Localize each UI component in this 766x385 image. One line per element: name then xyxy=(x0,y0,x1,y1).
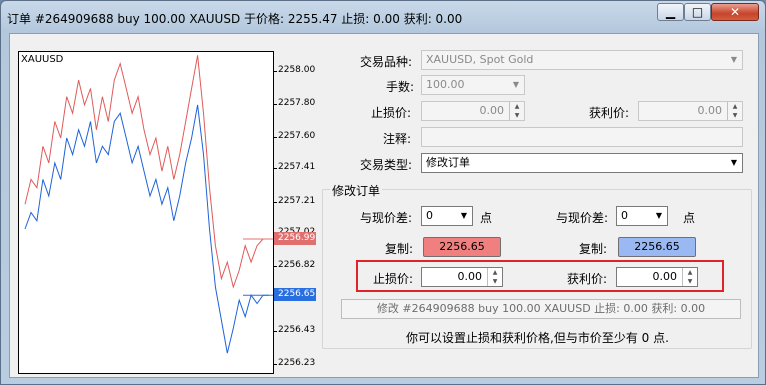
comment-input[interactable] xyxy=(421,127,743,147)
chevron-down-icon: ▼ xyxy=(730,158,738,167)
chevron-down-icon: ▼ xyxy=(512,80,520,89)
minimize-icon: ▁ xyxy=(665,5,676,19)
tick-label: 2256.82 xyxy=(278,260,316,271)
copy-right-label: 复制: xyxy=(579,242,608,256)
order-type-value: 修改订单 xyxy=(426,156,470,169)
tp-label: 获利价: xyxy=(589,106,630,120)
modify-sl-value: 0.00 xyxy=(457,270,483,283)
copy-sl-price-button[interactable]: 2256.65 xyxy=(423,237,501,257)
modify-sl-label: 止损价: xyxy=(373,272,414,286)
modify-sl-field[interactable]: 0.00 ▲ ▼ xyxy=(421,267,503,287)
tick-mark xyxy=(274,330,277,332)
tick-mark xyxy=(274,363,277,365)
spinner-arrows-icon[interactable]: ▲ ▼ xyxy=(509,102,524,120)
maximize-icon: □ xyxy=(691,5,704,19)
tick-label: 2256.23 xyxy=(278,357,316,368)
sl-field[interactable]: 0.00 ▲ ▼ xyxy=(421,101,525,121)
modify-tp-field[interactable]: 0.00 ▲ ▼ xyxy=(616,267,698,287)
tp-diff-value: 0 xyxy=(621,209,628,222)
sl-points-unit: 点 xyxy=(480,211,493,225)
symbol-value: XAUUSD, Spot Gold xyxy=(426,53,534,66)
tp-value: 0.00 xyxy=(697,104,723,117)
tick-mark xyxy=(274,266,277,268)
modify-order-button[interactable]: 修改 #264909688 buy 100.00 XAUUSD 止损: 0.00… xyxy=(341,299,741,319)
hint-text: 你可以设置止损和获利价格,但与市价至少有 0 点. xyxy=(406,331,669,345)
tick-label: 2257.60 xyxy=(278,131,316,142)
tick-mark xyxy=(274,70,277,72)
tick-mark xyxy=(274,168,277,170)
window-title: 订单 #264909688 buy 100.00 XAUUSD 于价格: 225… xyxy=(7,12,463,26)
volume-select[interactable]: 100.00 ▼ xyxy=(421,75,525,95)
maximize-button[interactable]: □ xyxy=(684,3,711,21)
tick-mark xyxy=(274,201,277,203)
tp-points-unit: 点 xyxy=(683,211,696,225)
order-window: 订单 #264909688 buy 100.00 XAUUSD 于价格: 225… xyxy=(0,0,766,385)
tp-diff-select[interactable]: 0 ▼ xyxy=(616,206,668,226)
tp-field[interactable]: 0.00 ▲ ▼ xyxy=(638,101,743,121)
sl-diff-label: 与现价差: xyxy=(360,211,413,225)
tick-label: 2258.00 xyxy=(278,64,316,75)
ask-price-tag: 2256.99 xyxy=(274,231,316,245)
price-axis: 2258.002257.802257.602257.412257.212257.… xyxy=(274,51,324,374)
close-button[interactable]: ✕ xyxy=(711,3,759,21)
symbol-label: 交易品种: xyxy=(360,55,413,69)
sl-label: 止损价: xyxy=(371,106,412,120)
title-bar[interactable]: 订单 #264909688 buy 100.00 XAUUSD 于价格: 225… xyxy=(1,1,765,33)
chevron-down-icon: ▼ xyxy=(460,211,468,220)
sl-value: 0.00 xyxy=(479,104,505,117)
tick-mark xyxy=(274,137,277,139)
sl-diff-select[interactable]: 0 ▼ xyxy=(421,206,473,226)
tick-label: 2256.43 xyxy=(278,324,316,335)
tick-label: 2257.80 xyxy=(278,97,316,108)
spinner-arrows-icon[interactable]: ▲ ▼ xyxy=(727,102,742,120)
dialog-body: XAUUSD 2258.00 2257.80 2257.60 2257.41 2257.… xyxy=(9,33,759,378)
comment-label: 注释: xyxy=(383,132,412,146)
chevron-down-icon: ▼ xyxy=(730,55,738,64)
modify-group-title: 修改订单 xyxy=(330,182,383,199)
close-icon: ✕ xyxy=(729,5,741,19)
order-type-label: 交易类型: xyxy=(360,158,413,172)
copy-left-label: 复制: xyxy=(385,242,414,256)
tick-label: 2257.41 xyxy=(278,162,316,173)
copy-tp-price-button[interactable]: 2256.65 xyxy=(618,237,696,257)
tick-mark xyxy=(274,103,277,105)
modify-tp-label: 获利价: xyxy=(567,272,608,286)
tp-diff-label: 与现价差: xyxy=(556,211,609,225)
price-chart: XAUUSD xyxy=(18,51,274,374)
minimize-button[interactable]: ▁ xyxy=(657,3,684,21)
bid-price-tag: 2256.65 xyxy=(274,288,316,302)
order-type-select[interactable]: 修改订单 ▼ xyxy=(421,153,743,173)
volume-value: 100.00 xyxy=(426,78,465,91)
chevron-down-icon: ▼ xyxy=(655,211,663,220)
spinner-arrows-icon[interactable]: ▲ ▼ xyxy=(682,268,697,286)
spinner-arrows-icon[interactable]: ▲ ▼ xyxy=(487,268,502,286)
volume-label: 手数: xyxy=(386,80,415,94)
chart-plot xyxy=(24,55,273,354)
sl-diff-value: 0 xyxy=(426,209,433,222)
modify-tp-value: 0.00 xyxy=(652,270,678,283)
tick-label: 2257.21 xyxy=(278,195,316,206)
symbol-select[interactable]: XAUUSD, Spot Gold ▼ xyxy=(421,50,743,70)
